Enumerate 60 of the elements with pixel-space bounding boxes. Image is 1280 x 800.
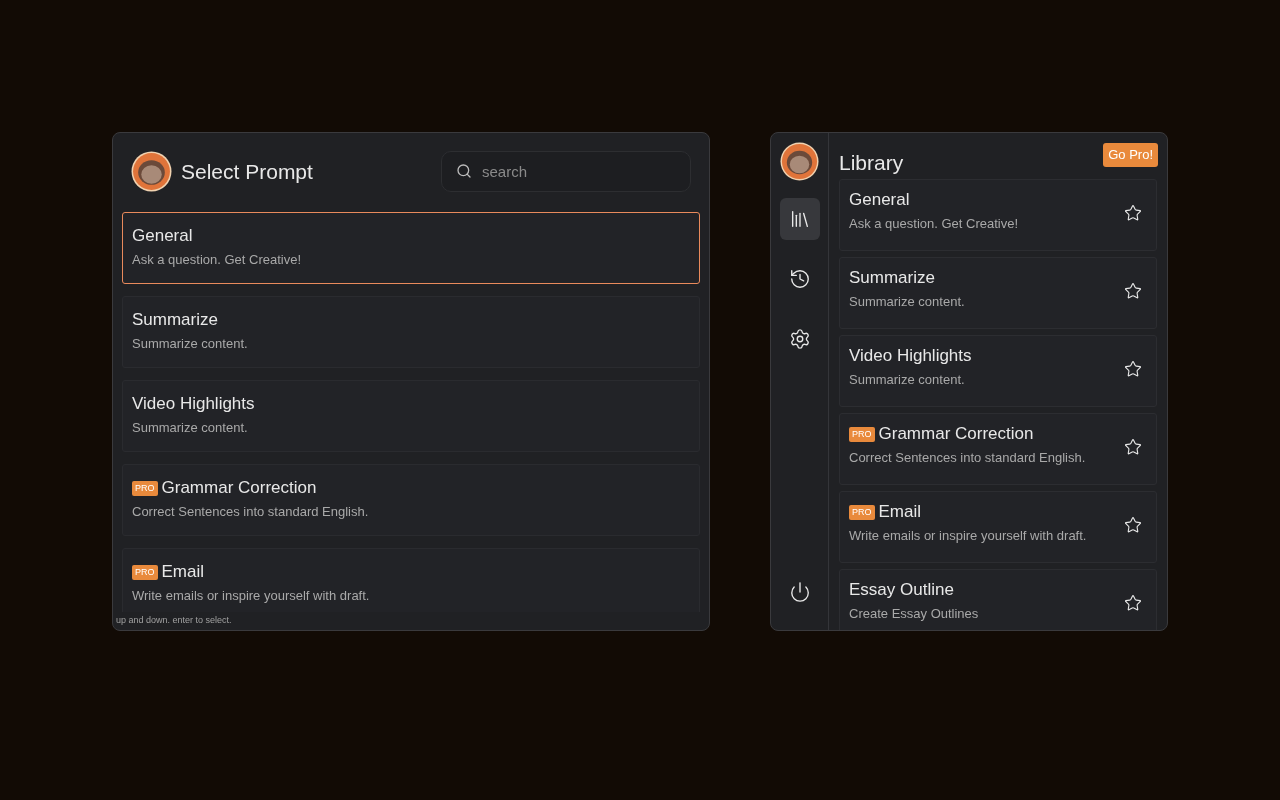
library-title: Library — [839, 150, 904, 176]
prompt-description: Summarize content. — [132, 419, 249, 437]
nav-button[interactable] — [779, 198, 820, 240]
star-icon — [1124, 360, 1142, 378]
panel-title: Select Prompt — [181, 158, 313, 185]
pro-badge: PRO — [132, 480, 158, 496]
star-button[interactable] — [1124, 204, 1142, 222]
star-button[interactable] — [1124, 438, 1142, 456]
prompt-title: Video Highlights — [132, 393, 255, 415]
star-button[interactable] — [1124, 516, 1142, 534]
star-icon — [1124, 282, 1142, 300]
search-field[interactable]: search — [441, 151, 691, 192]
prompt-title: General — [849, 189, 910, 211]
library-item[interactable]: General Ask a question. Get Creative! — [839, 179, 1157, 251]
library-item[interactable]: PRO Grammar Correction Correct Sentences into standard English. — [839, 413, 1157, 485]
search-icon — [456, 163, 472, 179]
prompt-description: Write emails or inspire yourself with draft. — [132, 587, 371, 605]
keyboard-hint: up and down. enter to select. — [116, 614, 232, 628]
prompt-description: Correct Sentences into standard English. — [849, 449, 1087, 467]
prompt-description: Write emails or inspire yourself with draft. — [849, 527, 1088, 545]
star-icon — [1124, 204, 1142, 222]
library-item[interactable]: Essay Outline Create Essay Outlines — [839, 569, 1157, 630]
library-item[interactable]: Video Highlights Summarize content. — [839, 335, 1157, 407]
prompt-description: Ask a question. Get Creative! — [849, 215, 1020, 233]
prompt-item[interactable]: PRO Email Write emails or inspire yourself with draft. — [122, 548, 700, 612]
prompt-title: Grammar Correction — [161, 477, 317, 499]
avatar-icon — [780, 142, 819, 181]
prompt-description: Summarize content. — [132, 335, 249, 353]
prompt-description: Ask a question. Get Creative! — [132, 251, 303, 269]
prompt-title: Email — [878, 501, 922, 523]
power-icon — [788, 581, 811, 603]
pro-badge: PRO — [132, 564, 158, 580]
prompt-title: Summarize — [132, 309, 218, 331]
star-icon — [1124, 594, 1142, 612]
pro-badge: PRO — [849, 504, 875, 520]
prompt-title: Email — [161, 561, 205, 583]
star-icon — [1124, 438, 1142, 456]
prompt-description: Create Essay Outlines — [849, 605, 980, 623]
pro-badge: PRO — [849, 426, 875, 442]
prompt-title: Grammar Correction — [878, 423, 1034, 445]
prompt-title: General — [132, 225, 193, 247]
star-button[interactable] — [1124, 360, 1142, 378]
prompt-item[interactable]: Summarize Summarize content. — [122, 296, 700, 368]
prompt-description: Summarize content. — [849, 371, 966, 389]
history-icon — [788, 268, 811, 290]
avatar-icon — [131, 151, 172, 192]
prompt-title: Video Highlights — [849, 345, 972, 367]
prompt-item[interactable]: General Ask a question. Get Creative! — [122, 212, 700, 284]
star-button[interactable] — [1124, 282, 1142, 300]
prompt-description: Correct Sentences into standard English. — [132, 503, 370, 521]
prompt-title: Summarize — [849, 267, 935, 289]
library-item[interactable]: PRO Email Write emails or inspire yourself with draft. — [839, 491, 1157, 563]
prompt-item[interactable]: PRO Grammar Correction Correct Sentences into standard English. — [122, 464, 700, 536]
prompt-description: Summarize content. — [849, 293, 966, 311]
star-button[interactable] — [1124, 594, 1142, 612]
library-item[interactable]: Summarize Summarize content. — [839, 257, 1157, 329]
settings-icon — [788, 328, 811, 350]
prompt-item[interactable]: Video Highlights Summarize content. — [122, 380, 700, 452]
star-icon — [1124, 516, 1142, 534]
prompt-title: Essay Outline — [849, 579, 954, 601]
